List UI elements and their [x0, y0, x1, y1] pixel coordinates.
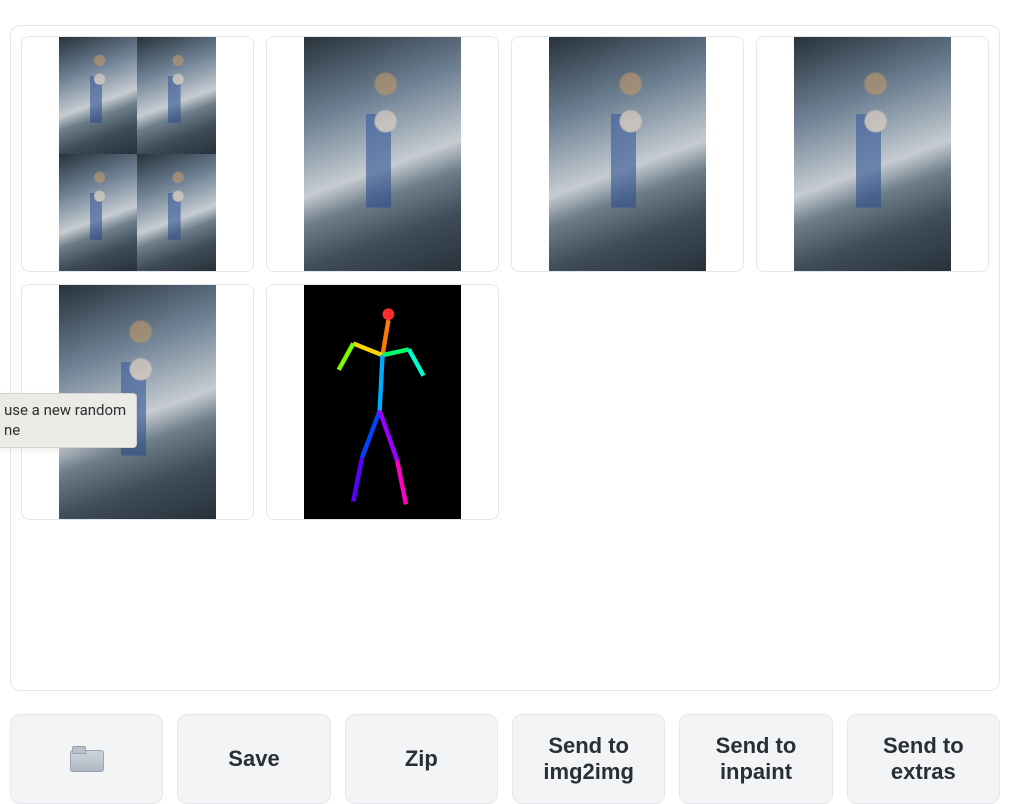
- gallery-thumb[interactable]: [21, 36, 254, 272]
- send-to-inpaint-button[interactable]: Send to inpaint: [679, 714, 832, 804]
- openpose-skeleton-icon: [304, 285, 461, 519]
- tooltip-text: ne: [4, 421, 20, 439]
- gallery-image: [304, 37, 461, 271]
- gallery-image: [794, 37, 951, 271]
- open-folder-button[interactable]: [10, 714, 163, 804]
- gallery-thumb[interactable]: [511, 36, 744, 272]
- save-button[interactable]: Save: [177, 714, 330, 804]
- gallery-image: [304, 285, 461, 519]
- seed-tooltip-fragment: use a new random ne: [0, 393, 137, 448]
- output-action-bar: Save Zip Send to img2img Send to inpaint…: [10, 714, 1000, 804]
- output-gallery-grid: [21, 36, 989, 520]
- send-to-extras-button[interactable]: Send to extras: [847, 714, 1000, 804]
- gallery-thumb[interactable]: [266, 36, 499, 272]
- gallery-image: [59, 37, 216, 271]
- folder-icon: [70, 746, 104, 772]
- gallery-image: [549, 37, 706, 271]
- gallery-thumb[interactable]: [756, 36, 989, 272]
- send-to-img2img-button[interactable]: Send to img2img: [512, 714, 665, 804]
- tooltip-text: use a new random: [4, 401, 126, 419]
- zip-button[interactable]: Zip: [345, 714, 498, 804]
- gallery-thumb[interactable]: [266, 284, 499, 520]
- output-gallery-panel: [10, 25, 1000, 691]
